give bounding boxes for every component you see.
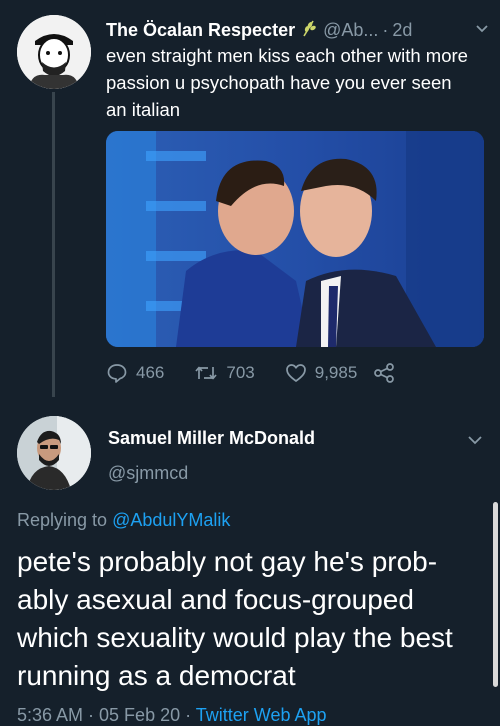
avatar-photo <box>17 416 91 490</box>
tweet-time[interactable]: 2d <box>392 20 412 41</box>
tweet-timestamp[interactable]: 5:36 AM · 05 Feb 20 · <box>17 705 191 725</box>
tweet-text: even straight men kiss each other with m… <box>106 45 468 120</box>
replying-prefix: Replying to <box>17 510 108 530</box>
scrollbar[interactable] <box>493 502 498 687</box>
reply-count: 466 <box>136 363 165 382</box>
tweet-actions: 466 703 9,985 <box>106 360 446 386</box>
avatar[interactable] <box>17 416 91 490</box>
mention-link[interactable]: @AbdulYMalik <box>112 510 230 530</box>
chevron-down-icon[interactable] <box>466 430 484 453</box>
share-icon <box>374 363 395 383</box>
retweet-count: 703 <box>226 363 255 382</box>
reply-icon <box>107 364 127 383</box>
source-app-link[interactable]: Twitter Web App <box>196 705 327 725</box>
avatar[interactable] <box>17 15 91 89</box>
user-handle[interactable]: @Ab... <box>323 20 378 41</box>
display-name[interactable]: The Öcalan Respecter <box>106 20 295 41</box>
tweet-header: The Öcalan Respecter @Ab... · 2d <box>106 17 490 43</box>
separator-dot: · <box>382 19 389 40</box>
chevron-down-icon[interactable] <box>474 20 490 41</box>
replying-to: Replying to @AbdulYMalik <box>17 510 230 531</box>
tweet-text: pete's probably not gay he's prob-ably a… <box>17 546 453 691</box>
like-count: 9,985 <box>314 363 358 382</box>
reply-action[interactable]: 466 <box>106 362 164 384</box>
retweet-icon <box>195 366 218 380</box>
tweet-photo[interactable] <box>106 131 484 347</box>
photo-illustration <box>106 131 484 347</box>
heart-icon <box>285 364 306 382</box>
user-handle[interactable]: @sjmmcd <box>108 463 188 484</box>
wheat-icon <box>301 19 317 42</box>
share-action[interactable] <box>373 362 395 384</box>
avatar-illustration <box>17 15 91 89</box>
like-action[interactable]: 9,985 <box>285 362 358 384</box>
display-name[interactable]: Samuel Miller McDonald <box>108 428 315 449</box>
retweet-action[interactable]: 703 <box>194 362 255 384</box>
thread-connector <box>52 92 55 397</box>
